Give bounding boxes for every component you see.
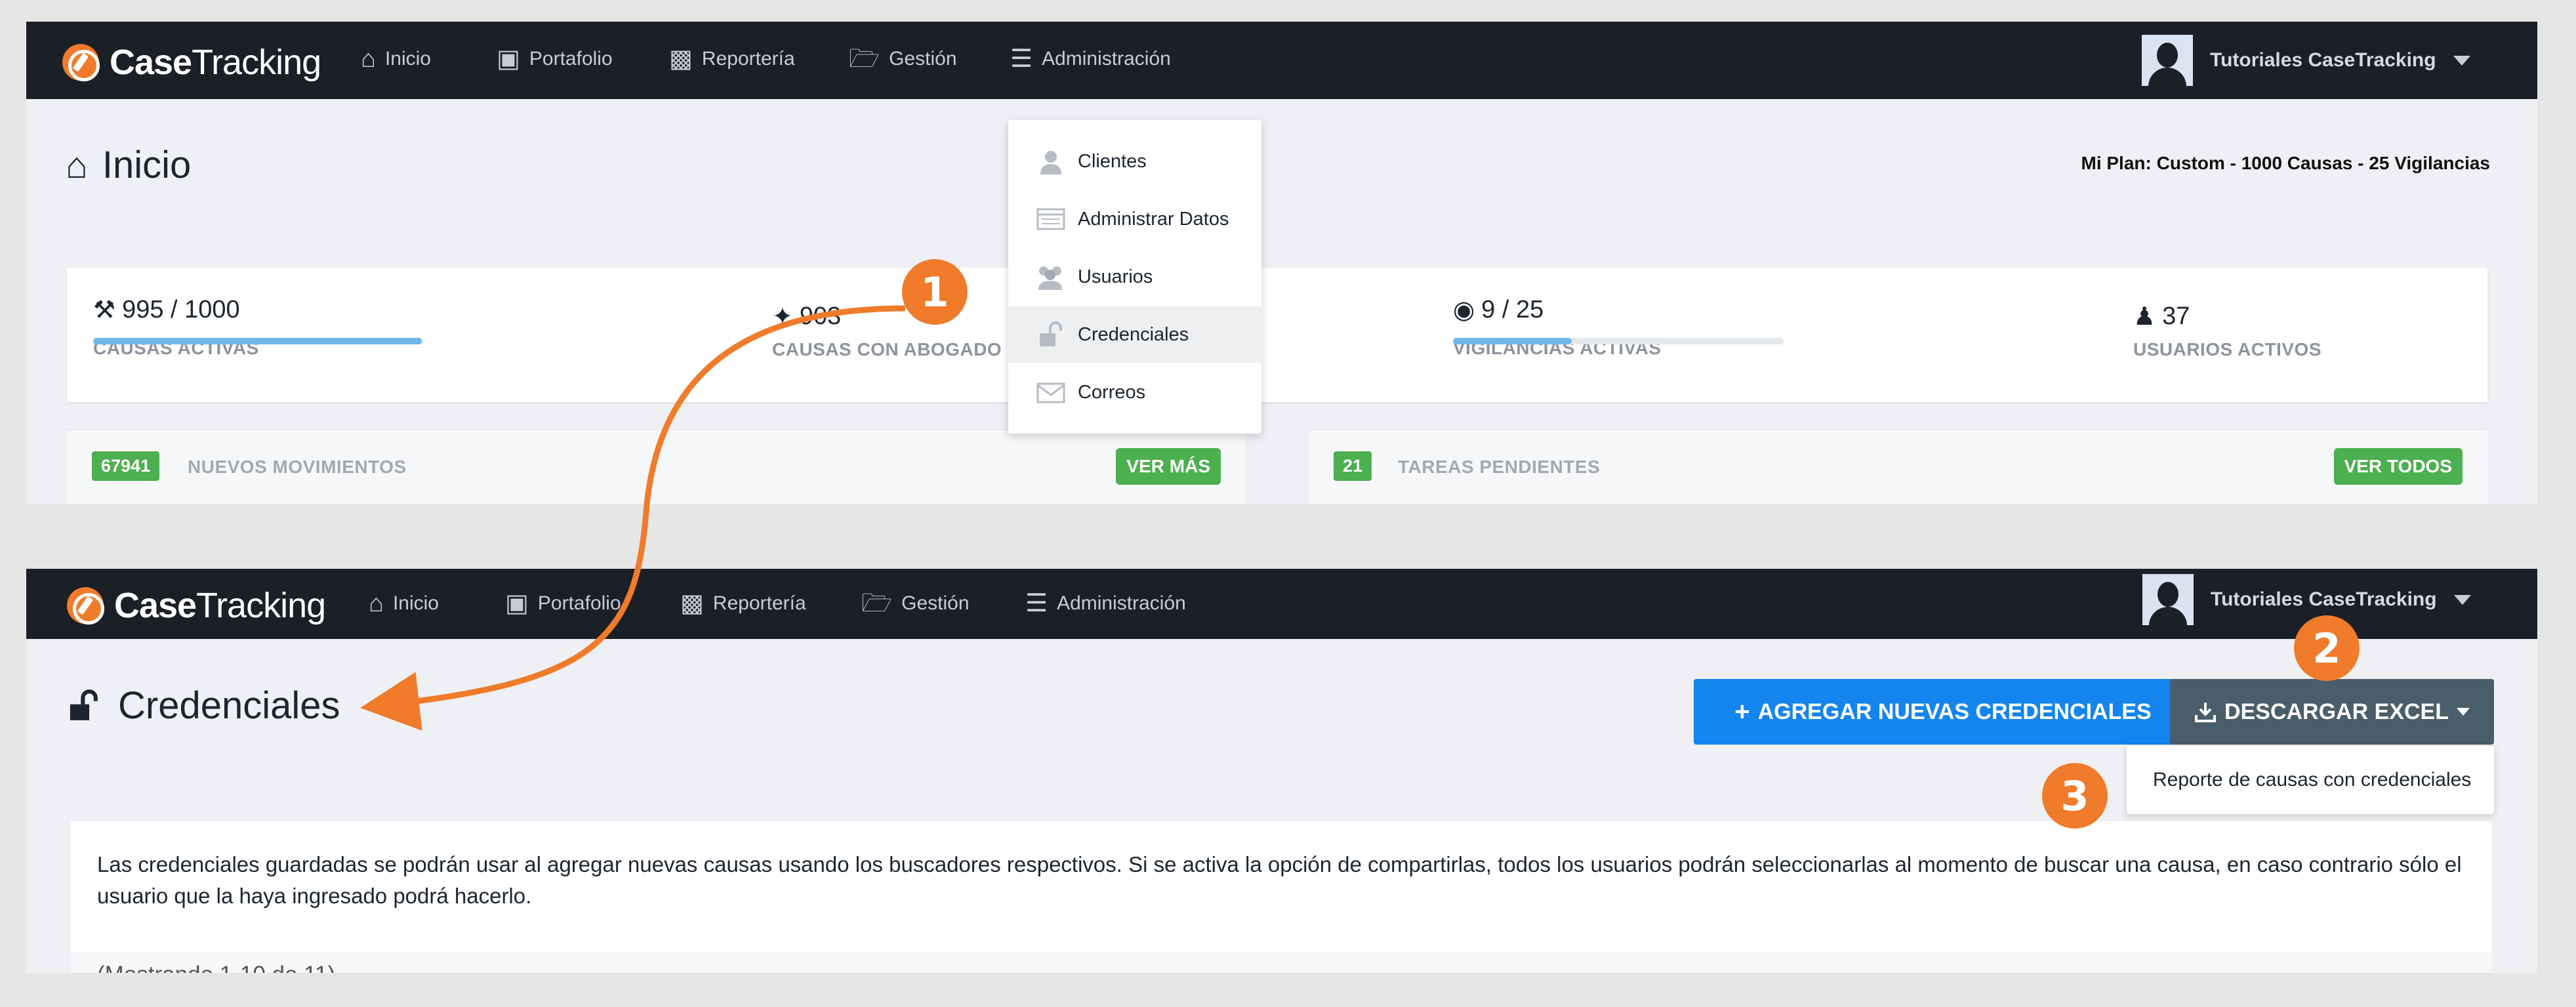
step-3-marker: 3 [2042, 763, 2108, 829]
step-1-marker: 1 [902, 259, 968, 325]
annotation-arrow [360, 305, 906, 731]
step-2-marker: 2 [2294, 615, 2360, 681]
